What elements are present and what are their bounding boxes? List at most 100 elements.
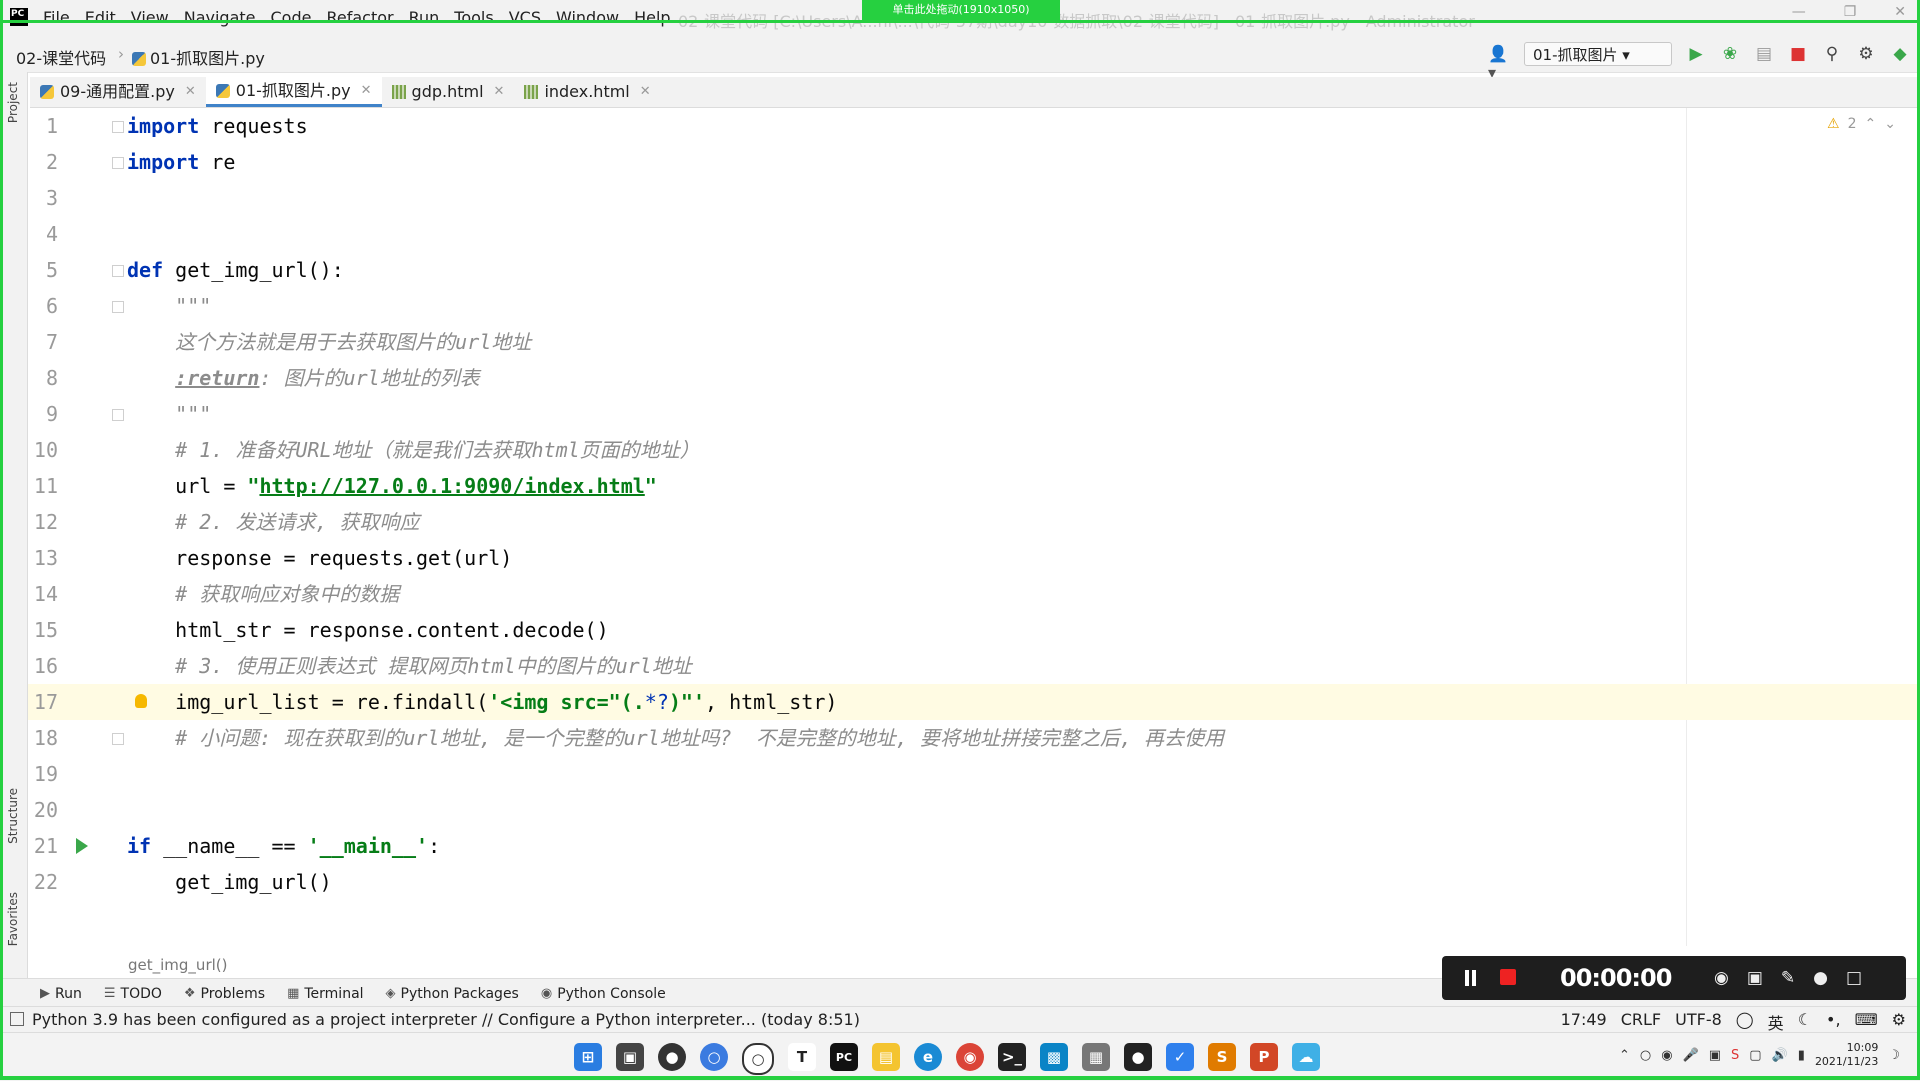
close-tab-icon[interactable]: ✕ (361, 76, 372, 106)
calculator-icon[interactable]: ▦ (1082, 1043, 1110, 1071)
breadcrumb-file[interactable]: 01-抓取图片.py (132, 45, 265, 69)
plugin-icon[interactable]: ◆ (1890, 44, 1910, 64)
obs-icon[interactable]: ● (658, 1043, 686, 1071)
menu-run[interactable]: Run (409, 8, 449, 27)
tray-red-icon[interactable]: S (1731, 1048, 1739, 1063)
event-log-icon[interactable] (10, 1012, 24, 1026)
powerpoint-icon[interactable]: P (1250, 1043, 1278, 1071)
settings-gear-icon[interactable]: ⚙ (1856, 44, 1876, 64)
chat-icon[interactable]: ○ (700, 1043, 728, 1071)
debug-icon[interactable]: ❀ (1720, 44, 1740, 64)
file-explorer-icon[interactable]: ▤ (872, 1043, 900, 1071)
menu-window[interactable]: Window (556, 8, 628, 27)
chrome-icon[interactable]: ◉ (956, 1043, 984, 1071)
close-icon[interactable]: ✕ (1894, 4, 1906, 20)
cloud-app-icon[interactable]: ☁ (1292, 1043, 1320, 1071)
tab-01-fetch-images[interactable]: 01-抓取图片.py ✕ (205, 76, 382, 107)
settings-icon[interactable]: ⚙ (1892, 1010, 1906, 1034)
tab-index-html[interactable]: index.html ✕ (514, 77, 660, 107)
close-tab-icon[interactable]: ✕ (185, 77, 196, 107)
recording-drag-handle[interactable]: 单击此处拖动(1910x1050) (862, 0, 1060, 21)
notification-icon[interactable]: ☽ (1888, 1048, 1900, 1063)
editor-breadcrumb[interactable]: get_img_url() (128, 956, 227, 974)
tool-tab-python-console[interactable]: ◉ Python Console (541, 986, 666, 1002)
fold-marker-icon[interactable] (112, 265, 124, 277)
menu-vcs[interactable]: VCS (509, 8, 550, 27)
menu-view[interactable]: View (131, 8, 178, 27)
fold-marker-icon[interactable] (112, 409, 124, 421)
menu-tools[interactable]: Tools (454, 8, 502, 27)
task-view-icon[interactable]: ▣ (616, 1043, 644, 1071)
tool-tab-problems[interactable]: ❖ Problems (184, 986, 265, 1002)
pycharm-taskbar-icon[interactable]: PC (830, 1043, 858, 1071)
fold-marker-icon[interactable] (112, 157, 124, 169)
favorites-panel-tab[interactable]: Favorites (6, 892, 20, 946)
menu-navigate[interactable]: Navigate (184, 8, 265, 27)
stop-icon[interactable]: ■ (1788, 44, 1808, 64)
stop-recording-icon[interactable] (1500, 969, 1516, 985)
search-icon[interactable]: ⚲ (1822, 44, 1842, 64)
tray-app-icon[interactable]: ▣ (1709, 1048, 1721, 1063)
camera-icon[interactable]: ▣ (1747, 968, 1763, 988)
fold-marker-icon[interactable] (112, 733, 124, 745)
display-icon[interactable]: ▢ (1749, 1048, 1761, 1063)
run-icon[interactable]: ▶ (1686, 44, 1706, 64)
microphone-icon[interactable]: 🎤 (1683, 1048, 1699, 1063)
close-tab-icon[interactable]: ✕ (494, 77, 505, 107)
typora-icon[interactable]: T (788, 1043, 816, 1071)
caret-position[interactable]: 17:49 (1561, 1010, 1607, 1034)
window-icon[interactable]: □ (1846, 968, 1862, 988)
menu-file[interactable]: File (43, 8, 79, 27)
menu-edit[interactable]: Edit (85, 8, 125, 27)
start-menu-icon[interactable]: ⊞ (574, 1043, 602, 1071)
run-gutter-icon[interactable] (76, 838, 88, 854)
terminal-taskbar-icon[interactable]: >_ (998, 1043, 1026, 1071)
punctuation-icon[interactable]: •, (1826, 1010, 1841, 1034)
system-clock[interactable]: 10:09 2021/11/23 (1815, 1041, 1878, 1069)
fold-marker-icon[interactable] (112, 121, 124, 133)
tray-circle-icon[interactable]: ○ (1640, 1048, 1651, 1063)
restore-icon[interactable]: ❐ (1844, 4, 1857, 20)
tray-expand-icon[interactable]: ⌃ (1619, 1048, 1630, 1063)
code-text: # 小问题: 现在获取到的url地址, 是一个完整的url地址吗? 不是完整的地… (175, 726, 1224, 750)
project-panel-tab[interactable]: Project (6, 82, 20, 123)
run-configuration-select[interactable]: 01-抓取图片 ▾ (1524, 42, 1672, 66)
ime-language[interactable]: 英 (1768, 1010, 1784, 1034)
code-editor[interactable]: ⚠ 2 ⌃ ⌄ 1 import requests 2 import re 3 … (28, 108, 1920, 946)
close-tab-icon[interactable]: ✕ (640, 77, 651, 107)
line-separator[interactable]: CRLF (1621, 1010, 1661, 1034)
minimize-icon[interactable]: — (1792, 4, 1806, 20)
volume-icon[interactable]: 🔊 (1772, 1048, 1788, 1063)
sublime-icon[interactable]: S (1208, 1043, 1236, 1071)
recorder-taskbar-icon[interactable]: ● (1124, 1043, 1152, 1071)
tool-tab-terminal[interactable]: ▦ Terminal (287, 986, 363, 1002)
edge-icon[interactable]: e (914, 1043, 942, 1071)
structure-panel-tab[interactable]: Structure (6, 788, 20, 844)
webcam-icon[interactable]: ◉ (1714, 968, 1729, 988)
circle-app-icon[interactable]: ○ (742, 1043, 774, 1075)
audio-icon[interactable]: ● (1813, 968, 1828, 988)
coverage-icon[interactable]: ▤ (1754, 44, 1774, 64)
fold-marker-icon[interactable] (112, 301, 124, 313)
tool-tab-todo[interactable]: ☰ TODO (104, 986, 162, 1002)
file-encoding[interactable]: UTF-8 (1675, 1010, 1722, 1034)
menu-refactor[interactable]: Refactor (326, 8, 402, 27)
tab-09-config[interactable]: 09-通用配置.py ✕ (30, 77, 206, 107)
tab-gdp-html[interactable]: gdp.html ✕ (382, 77, 515, 107)
battery-icon[interactable]: ▮ (1798, 1048, 1805, 1063)
status-message[interactable]: Python 3.9 has been configured as a proj… (32, 1010, 860, 1029)
breadcrumb-project[interactable]: 02-课堂代码 (16, 45, 106, 69)
tool-tab-python-packages[interactable]: ◈ Python Packages (386, 986, 519, 1002)
keyboard-icon[interactable]: ⌨ (1855, 1010, 1878, 1034)
pen-icon[interactable]: ✎ (1781, 968, 1795, 988)
ime-icon[interactable]: ◯ (1736, 1010, 1754, 1034)
remote-app-icon[interactable]: ▩ (1040, 1043, 1068, 1071)
menu-help[interactable]: Help (634, 8, 679, 27)
tool-tab-run[interactable]: ▶ Run (40, 986, 82, 1002)
pause-icon[interactable] (1464, 970, 1478, 986)
menu-code[interactable]: Code (271, 8, 321, 27)
feishu-icon[interactable]: ✓ (1166, 1043, 1194, 1071)
tray-network-icon[interactable]: ◉ (1661, 1048, 1672, 1063)
moon-icon[interactable]: ☾ (1798, 1010, 1812, 1034)
user-account-icon[interactable]: 👤▾ (1488, 44, 1510, 82)
